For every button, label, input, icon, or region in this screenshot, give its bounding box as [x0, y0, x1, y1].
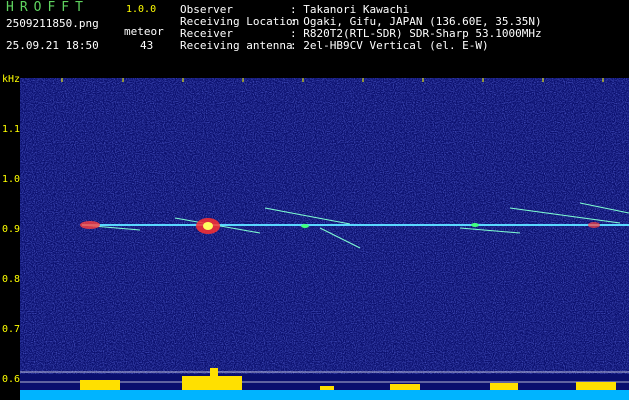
- app-version: 1.0.0: [126, 4, 157, 15]
- file-name: 2509211850.png: [6, 17, 99, 30]
- app-title: HROFFT: [6, 0, 89, 15]
- antenna-value: : 2el-HB9CV Vertical (el. E-W): [290, 39, 489, 52]
- date-time: 25.09.21 18:50: [6, 39, 99, 52]
- y-unit-label: kHz: [2, 74, 21, 85]
- meteor-count: 43: [140, 39, 154, 52]
- y-tick-label: 0.8: [2, 274, 21, 285]
- y-tick-label: 1.0: [2, 174, 21, 185]
- meteor-label: meteor: [124, 25, 164, 38]
- header-panel: HROFFT 1.0.0 2509211850.png 25.09.21 18:…: [0, 0, 629, 78]
- signal-level-base: [20, 390, 629, 400]
- y-tick-label: 0.9: [2, 224, 21, 235]
- antenna-label: Receiving antenna: [180, 39, 293, 52]
- y-tick-label: 1.1: [2, 124, 21, 135]
- spectrogram-plot: [20, 78, 629, 400]
- y-tick-label: 0.6: [2, 374, 21, 385]
- y-tick-label: 0.7: [2, 324, 21, 335]
